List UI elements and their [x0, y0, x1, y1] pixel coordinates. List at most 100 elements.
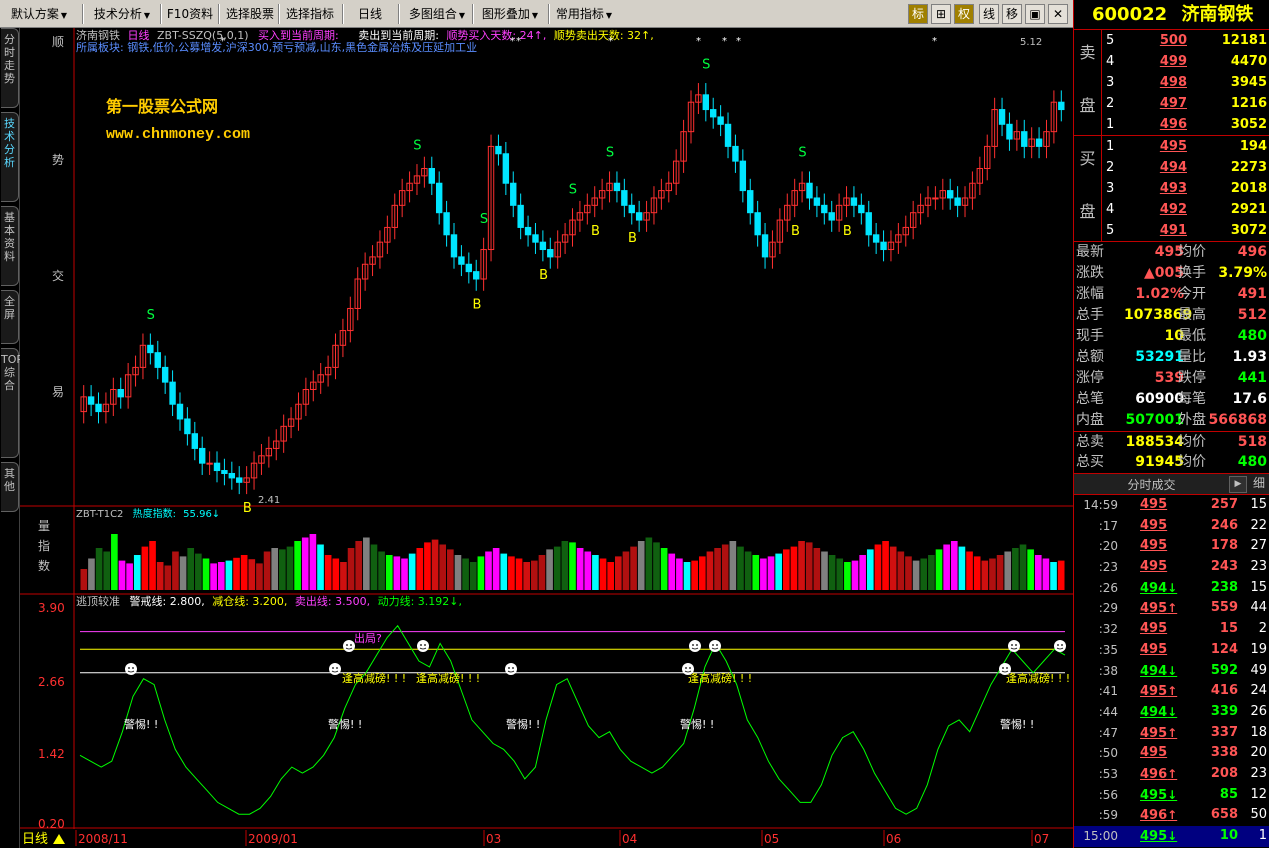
- volume-bar: [851, 560, 859, 590]
- candle-body: [154, 352, 161, 368]
- osc-warn-label: 警戒线: 2.800,: [130, 594, 205, 608]
- tab-fullscreen[interactable]: 全屏: [1, 290, 19, 344]
- volume: 4470: [1230, 54, 1267, 69]
- default-scheme-menu[interactable]: 默认方案 ▼: [4, 3, 74, 25]
- orderbook-row[interactable]: 3 493 2018: [1074, 178, 1269, 199]
- period-label[interactable]: 日线: [22, 832, 48, 847]
- select-stock-button[interactable]: 选择股票: [222, 3, 278, 25]
- tick-price: 495↓: [1140, 787, 1178, 803]
- volume-bar: [958, 546, 966, 590]
- candle-body: [428, 168, 435, 184]
- stat-value: 495: [1154, 244, 1184, 260]
- tab-intraday[interactable]: 分时走势: [1, 28, 19, 108]
- osc-header: 逃顶较准 警戒线: 2.800, 减仓线: 3.200, 卖出线: 3.500,…: [76, 594, 462, 608]
- chart-area[interactable]: 顺 势 交 易 量 指 数 济南钢铁 日线 ZBT-SSZQ(5,0,1) 买入…: [20, 28, 1073, 848]
- alert-warn: 警惕! !: [328, 717, 362, 731]
- toolbar-separator: [160, 4, 162, 24]
- detail-button[interactable]: 细: [1249, 476, 1269, 493]
- candle-body: [206, 462, 213, 465]
- vol-title: ZBT-T1C2: [76, 509, 123, 520]
- tab-basic-info[interactable]: 基本资料: [1, 206, 19, 286]
- volume-bar: [195, 553, 202, 590]
- volume-bar: [324, 555, 332, 590]
- x-tick-label: 04: [622, 832, 637, 846]
- f10-info-button[interactable]: F10资料: [166, 3, 214, 25]
- orderbook-row[interactable]: 4 492 2921: [1074, 199, 1269, 220]
- volume-bar: [737, 546, 744, 590]
- draw-line-button[interactable]: 线: [979, 4, 999, 24]
- signal-marker: B: [591, 224, 600, 239]
- alert-warn: 警惕! !: [506, 717, 540, 731]
- orderbook-row[interactable]: 5 500 12181: [1074, 30, 1269, 51]
- candle-body: [547, 249, 554, 258]
- expand-arrow-icon[interactable]: ▶: [1229, 476, 1247, 493]
- tab-others[interactable]: 其他: [1, 462, 19, 512]
- volume-bar: [103, 551, 111, 590]
- select-indicator-button[interactable]: 选择指标: [282, 3, 338, 25]
- level: 1: [1106, 139, 1115, 154]
- rights-adjust-button[interactable]: 权: [954, 4, 974, 24]
- period-button[interactable]: 日线: [350, 3, 390, 25]
- volume-bar: [271, 548, 279, 590]
- volume-bar: [462, 558, 469, 590]
- volume-bar: [599, 558, 607, 590]
- signal-marker: S: [702, 57, 710, 72]
- volume-bar: [317, 544, 324, 590]
- stat-label: 跌停: [1178, 370, 1206, 386]
- tick-row: :47 495↑ 337 18: [1074, 723, 1269, 744]
- orderbook-row[interactable]: 1 495 194: [1074, 136, 1269, 157]
- side-label: 量: [38, 519, 50, 533]
- tech-analysis-menu[interactable]: 技术分析 ▼: [90, 3, 154, 25]
- tick-time: :38: [1098, 663, 1118, 678]
- star-mark: *: [696, 36, 701, 47]
- price: 498: [1159, 75, 1187, 90]
- stat-label: 现手: [1076, 328, 1104, 344]
- volume: 194: [1239, 139, 1267, 154]
- toolbar-separator: [218, 4, 220, 24]
- stat-row: 总卖 188534 均价 518: [1074, 431, 1269, 452]
- overlay-menu[interactable]: 图形叠加 ▼: [476, 3, 544, 25]
- mark-toggle-button[interactable]: 标: [908, 4, 928, 24]
- volume-bar: [782, 549, 790, 590]
- volume-bar: [1027, 549, 1034, 590]
- tick-count: 24: [1250, 683, 1267, 699]
- stat-label: 量比: [1178, 349, 1206, 365]
- crosshair-grid-icon[interactable]: ⊞: [931, 4, 951, 24]
- stat-row: 涨幅 1.02% 今开 491: [1074, 284, 1269, 305]
- close-icon[interactable]: ✕: [1048, 4, 1068, 24]
- signal-marker: B: [791, 224, 800, 239]
- osc-ytick: 1.42: [38, 747, 65, 761]
- toolbar-separator: [472, 4, 474, 24]
- tick-count: 50: [1250, 807, 1267, 823]
- tick-price: 495↓: [1140, 829, 1178, 844]
- stat-row: 涨跌 ▲005 换手 3.79%: [1074, 263, 1269, 284]
- multi-chart-menu[interactable]: 多图组合 ▼: [404, 3, 470, 25]
- orderbook-row[interactable]: 3 498 3945: [1074, 72, 1269, 93]
- watermark-url: www.chnmoney.com: [106, 126, 250, 143]
- orderbook-row[interactable]: 2 497 1216: [1074, 93, 1269, 114]
- orderbook-row[interactable]: 1 496 3052: [1074, 114, 1269, 135]
- move-button[interactable]: 移: [1002, 4, 1022, 24]
- volume: 2273: [1230, 160, 1267, 175]
- common-indicator-menu[interactable]: 常用指标 ▼: [552, 3, 616, 25]
- volume-bar: [821, 551, 828, 590]
- orderbook-row[interactable]: 5 491 3072: [1074, 220, 1269, 241]
- volume: 3945: [1230, 75, 1267, 90]
- window-restore-icon[interactable]: ▣: [1025, 4, 1045, 24]
- tab-tech-analysis[interactable]: 技术分析: [1, 112, 19, 202]
- vol-heat-label: 热度指数:: [133, 507, 176, 520]
- tick-time: :59: [1098, 808, 1118, 823]
- volume-bar: [454, 555, 462, 590]
- quote-header: 600022 济南钢铁: [1074, 0, 1269, 30]
- candle-body: [184, 418, 191, 435]
- tick-row: :35 495 124 19: [1074, 640, 1269, 661]
- candle-body: [213, 462, 221, 472]
- orderbook-row[interactable]: 4 499 4470: [1074, 51, 1269, 72]
- candle-body: [95, 403, 102, 413]
- volume-bar: [378, 551, 385, 590]
- signal-marker: B: [243, 501, 252, 516]
- tab-top-overview[interactable]: TOP综合: [1, 348, 23, 458]
- orderbook-row[interactable]: 2 494 2273: [1074, 157, 1269, 178]
- candle-body: [539, 241, 547, 251]
- volume-bar: [989, 558, 996, 590]
